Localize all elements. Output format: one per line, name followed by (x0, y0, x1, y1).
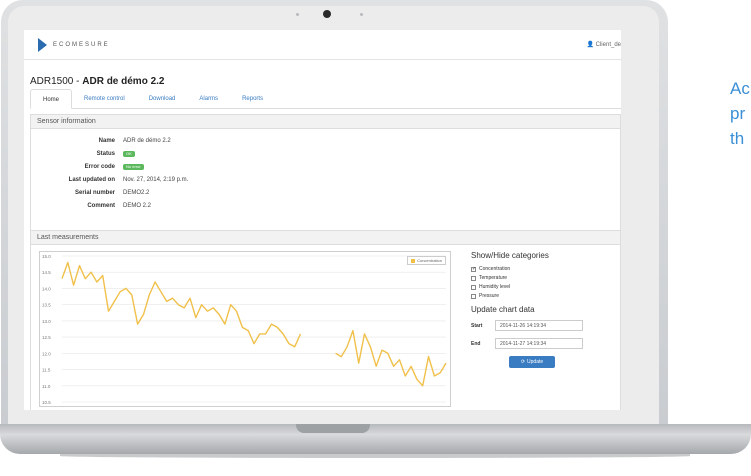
update-button[interactable]: ⟳ Update (509, 356, 555, 368)
tab-remote-control[interactable]: Remote control (72, 89, 137, 109)
category-humidity[interactable]: Humidity level (471, 284, 601, 290)
measurements-panel: Last measurements 15.0 14.5 14.0 13.5 13.0 12… (30, 230, 621, 410)
info-value: No error (123, 164, 144, 170)
user-label: Client_de (595, 42, 621, 48)
y-tick-label: 13.0 (42, 319, 51, 324)
line-chart[interactable]: 15.0 14.5 14.0 13.5 13.0 12.5 12.0 11.5 11.0 10.5… (39, 251, 451, 407)
chart-svg: 15.0 14.5 14.0 13.5 13.0 12.5 12.0 11.5 11.0 10.5 (42, 254, 447, 405)
info-key: Status (96, 151, 115, 157)
y-tick-label: 10.5 (42, 400, 51, 405)
chart-legend[interactable]: Concentration (407, 256, 446, 265)
logo-icon (38, 37, 47, 52)
measurements-heading: Last measurements (31, 231, 620, 245)
chart-controls: Show/Hide categories Concentration Tempe… (471, 251, 601, 368)
sensor-info-heading: Sensor information (31, 115, 620, 129)
end-date-input[interactable]: 2014-11-27 14:19:34 (495, 338, 583, 349)
laptop-foot (60, 454, 690, 458)
screen: ECOMESURE 👤 Client_de ADR1500 - ADR de d… (24, 30, 621, 410)
category-label: Humidity level (479, 284, 511, 290)
y-tick-label: 13.5 (42, 303, 51, 308)
tab-home[interactable]: Home (30, 89, 73, 109)
checkbox[interactable] (471, 275, 476, 281)
info-value: Nov. 27, 2014, 2:19 p.m. (123, 177, 189, 183)
start-row: Start 2014-11-26 14:19:34 (471, 320, 601, 331)
category-label: Pressure (479, 293, 500, 299)
info-value: DEMO2.2 (123, 190, 150, 196)
start-date-input[interactable]: 2014-11-26 14:19:34 (495, 320, 583, 331)
stage: ECOMESURE 👤 Client_de ADR1500 - ADR de d… (0, 0, 751, 476)
refresh-icon: ⟳ (520, 359, 526, 365)
tab-bar: Home Remote control Download Alarms Repo… (30, 89, 621, 109)
y-tick-label: 12.0 (42, 351, 51, 356)
sensor-info-panel: Sensor information Name ADR de démo 2.2 … (30, 114, 621, 247)
logo-text: ECOMESURE (53, 41, 110, 48)
checkbox[interactable] (471, 284, 476, 290)
laptop-base (0, 434, 751, 454)
category-temperature[interactable]: Temperature (471, 275, 601, 281)
info-key: Comment (87, 203, 115, 209)
tab-reports[interactable]: Reports (230, 89, 275, 109)
info-key: Name (98, 138, 115, 144)
status-badge: OK (123, 151, 135, 157)
laptop-hinge (0, 424, 751, 434)
camera-icon (323, 10, 331, 18)
category-label: Temperature (479, 275, 508, 281)
y-tick-label: 12.5 (42, 335, 51, 340)
sensor-dot (296, 13, 299, 16)
user-menu[interactable]: 👤 Client_de (587, 41, 622, 48)
y-tick-label: 11.0 (42, 384, 51, 389)
y-tick-label: 14.0 (42, 286, 51, 291)
update-title: Update chart data (471, 305, 535, 314)
page-title-sep: - (73, 76, 83, 87)
page-title-code: ADR1500 (30, 76, 74, 87)
y-tick-label: 11.5 (42, 368, 51, 373)
info-key: Serial number (74, 190, 115, 196)
category-pressure[interactable]: Pressure (471, 293, 601, 299)
tab-download[interactable]: Download (137, 89, 188, 109)
checkbox[interactable] (471, 293, 476, 299)
categories-title: Show/Hide categories (471, 251, 549, 260)
category-concentration[interactable]: Concentration (471, 266, 601, 272)
cropped-side-text: Ac pr th (730, 79, 750, 148)
sensor-dot (360, 13, 363, 16)
tab-alarms[interactable]: Alarms (187, 89, 230, 109)
user-icon: 👤 (586, 42, 596, 48)
info-key: Last updated on (68, 177, 115, 183)
app-header: ECOMESURE 👤 Client_de (24, 30, 621, 60)
page-title: ADR1500 - ADR de démo 2.2 (30, 76, 165, 87)
y-tick-label: 15.0 (42, 254, 51, 259)
start-label: Start (471, 322, 483, 329)
category-label: Concentration (479, 266, 511, 272)
laptop-notch (296, 424, 370, 433)
series-line-concentration (335, 329, 447, 387)
info-value: ADR de démo 2.2 (123, 138, 171, 144)
update-button-label: Update (527, 359, 544, 365)
info-value: OK (123, 151, 135, 157)
info-value: DEMO 2.2 (123, 203, 152, 209)
end-row: End 2014-11-27 14:19:34 (471, 338, 601, 349)
legend-swatch (411, 258, 416, 263)
info-key: Error code (84, 164, 115, 170)
checkbox[interactable] (471, 266, 476, 272)
legend-label: Concentration (417, 258, 442, 263)
page-title-name: ADR de démo 2.2 (82, 76, 165, 87)
error-code-badge: No error (123, 164, 144, 170)
y-tick-label: 14.5 (42, 270, 51, 275)
end-label: End (471, 340, 481, 347)
